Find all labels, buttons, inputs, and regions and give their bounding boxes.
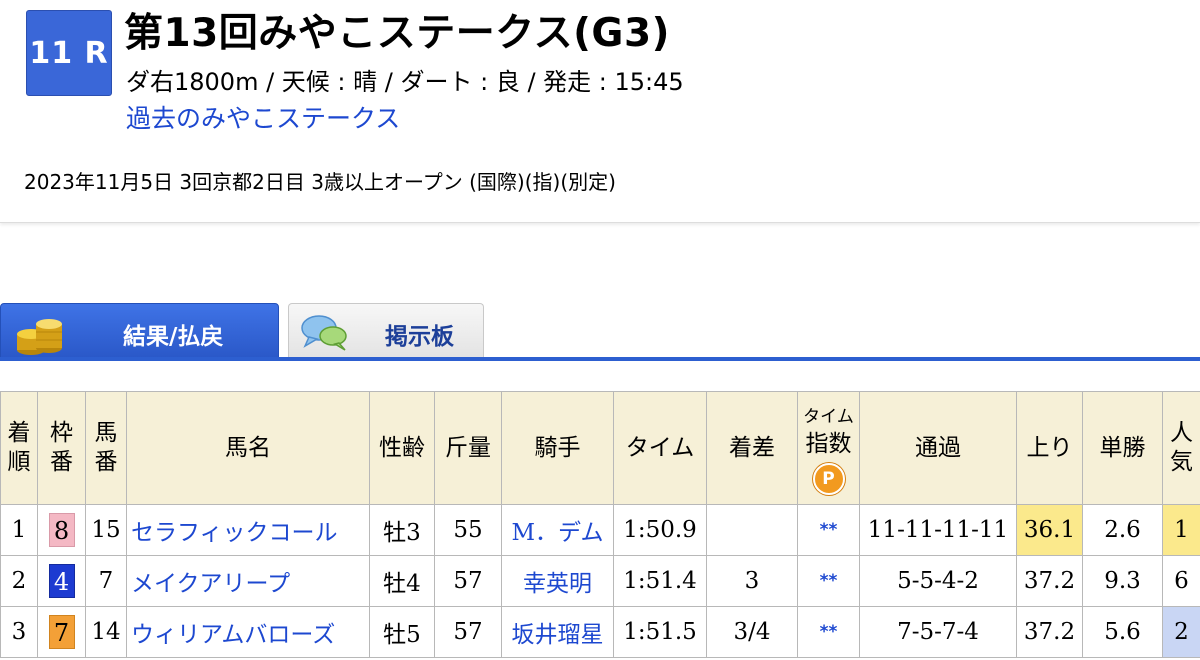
header-time-index: タイム 指数 P	[797, 391, 860, 505]
last3f-cell: 37.2	[1016, 555, 1083, 607]
header-rank: 着順	[0, 391, 38, 505]
waku-cell: 8	[37, 504, 86, 556]
header-umaban: 馬番	[85, 391, 127, 505]
waku-cell: 7	[37, 606, 86, 658]
race-conditions: ダ右1800m / 天候 : 晴 / ダート : 良 / 発走 : 15:45	[126, 68, 684, 96]
waku-badge: 8	[48, 513, 75, 547]
jockey-cell: 幸英明	[501, 555, 614, 607]
rank-cell: 1	[0, 504, 38, 556]
umaban-cell: 15	[85, 504, 127, 556]
passing-cell: 5-5-4-2	[859, 555, 1017, 607]
odds-cell: 9.3	[1082, 555, 1163, 607]
jockey-link[interactable]: 坂井瑠星	[512, 622, 604, 648]
header-time: タイム	[613, 391, 707, 505]
header-last3f: 上り	[1016, 391, 1083, 505]
odds-cell: 2.6	[1082, 504, 1163, 556]
header-horse-name: 馬名	[126, 391, 370, 505]
rank-cell: 3	[0, 606, 38, 658]
umaban-cell: 14	[85, 606, 127, 658]
waku-badge: 7	[48, 615, 75, 649]
table-row: 1 8 15 セラフィックコール 牡3 55 M．デム 1:50.9 ** 11…	[0, 504, 1200, 556]
margin-cell: 3	[706, 555, 798, 607]
table-header-row: 着順 枠番 馬番 馬名 性齢 斤量 騎手 タイム 着差 タイム 指数 P 通過 上り…	[0, 391, 1200, 505]
horse-name-link[interactable]: メイクアリープ	[131, 571, 290, 597]
jockey-link[interactable]: 幸英明	[523, 571, 592, 597]
horse-name-link[interactable]: ウィリアムバローズ	[131, 622, 335, 648]
tab-results[interactable]: 結果/払戻	[0, 303, 279, 359]
header-weight: 斤量	[434, 391, 502, 505]
time-cell: 1:51.4	[613, 555, 707, 607]
header-popularity: 人気	[1162, 391, 1200, 505]
odds-cell: 5.6	[1082, 606, 1163, 658]
coin-stack-icon	[17, 319, 62, 355]
time-cell: 1:50.9	[613, 504, 707, 556]
tab-results-label: 結果/払戻	[123, 324, 224, 350]
header-margin: 着差	[706, 391, 798, 505]
race-header: 11 R 第13回みやこステークス(G3) ダ右1800m / 天候 : 晴 /…	[0, 0, 1200, 223]
rank-cell: 2	[0, 555, 38, 607]
sex-age-cell: 牡3	[369, 504, 435, 556]
past-races-link[interactable]: 過去のみやこステークス	[126, 99, 400, 135]
race-number-badge: 11 R	[26, 10, 112, 96]
tabs-underline	[0, 357, 1200, 361]
header-odds: 単勝	[1082, 391, 1163, 505]
umaban-cell: 7	[85, 555, 127, 607]
last3f-cell: 37.2	[1016, 606, 1083, 658]
jockey-link[interactable]: M．デム	[511, 520, 603, 546]
jockey-cell: M．デム	[501, 504, 614, 556]
horse-name-link[interactable]: セラフィックコール	[131, 520, 338, 546]
time-cell: 1:51.5	[613, 606, 707, 658]
popularity-cell: 6	[1162, 555, 1200, 607]
header-passing: 通過	[859, 391, 1017, 505]
tab-message-board-label: 掲示板	[385, 324, 454, 350]
sex-age-cell: 牡5	[369, 606, 435, 658]
time-index-cell: **	[797, 606, 860, 658]
time-index-cell: **	[797, 504, 860, 556]
passing-cell: 11-11-11-11	[859, 504, 1017, 556]
tab-message-board[interactable]: 掲示板	[288, 303, 484, 359]
popularity-cell: 1	[1162, 504, 1200, 556]
last3f-cell: 36.1	[1016, 504, 1083, 556]
header-sex-age: 性齢	[369, 391, 435, 505]
sex-age-cell: 牡4	[369, 555, 435, 607]
margin-cell	[706, 504, 798, 556]
jockey-cell: 坂井瑠星	[501, 606, 614, 658]
popularity-cell: 2	[1162, 606, 1200, 658]
horse-name-cell: セラフィックコール	[126, 504, 370, 556]
passing-cell: 7-5-7-4	[859, 606, 1017, 658]
margin-cell: 3/4	[706, 606, 798, 658]
header-jockey: 騎手	[501, 391, 614, 505]
weight-cell: 57	[434, 555, 502, 607]
weight-cell: 55	[434, 504, 502, 556]
horse-name-cell: メイクアリープ	[126, 555, 370, 607]
time-index-cell: **	[797, 555, 860, 607]
waku-badge: 4	[48, 564, 75, 598]
waku-cell: 4	[37, 555, 86, 607]
premium-p-icon: P	[812, 462, 845, 495]
race-meta: 2023年11月5日 3回京都2日目 3歳以上オープン (国際)(指)(別定)	[24, 170, 616, 194]
table-row: 2 4 7 メイクアリープ 牡4 57 幸英明 1:51.4 3 ** 5-5-…	[0, 555, 1200, 607]
table-row: 3 7 14 ウィリアムバローズ 牡5 57 坂井瑠星 1:51.5 3/4 *…	[0, 606, 1200, 658]
header-waku: 枠番	[37, 391, 86, 505]
race-title: 第13回みやこステークス(G3)	[124, 11, 670, 56]
horse-name-cell: ウィリアムバローズ	[126, 606, 370, 658]
weight-cell: 57	[434, 606, 502, 658]
speech-bubbles-icon	[301, 315, 347, 351]
results-table: 着順 枠番 馬番 馬名 性齢 斤量 騎手 タイム 着差 タイム 指数 P 通過 上り…	[0, 391, 1200, 658]
